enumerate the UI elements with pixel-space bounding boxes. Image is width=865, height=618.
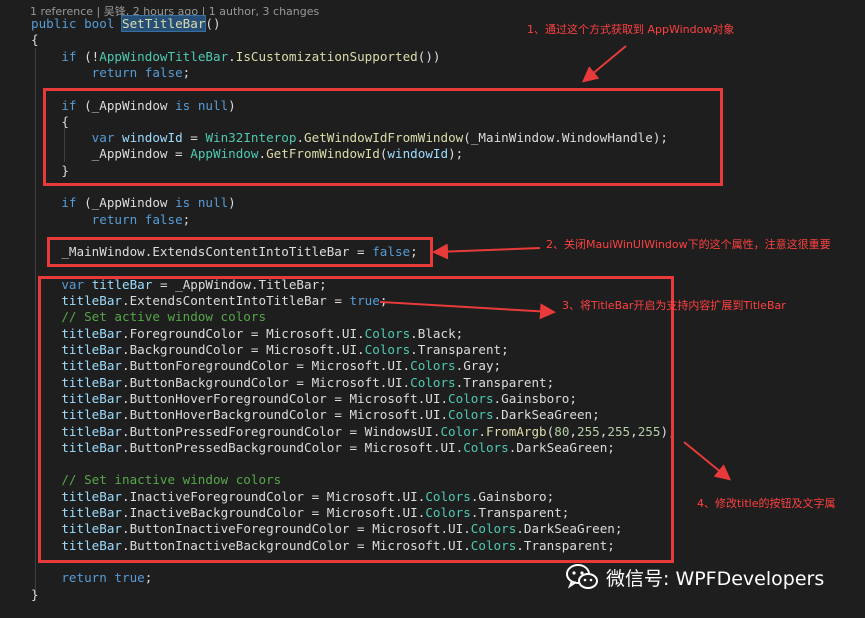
annotation-note-2: 2、关闭MauiWinUIWindow下的这个属性，注意这很重要 [546, 238, 831, 251]
arrow-4 [683, 441, 732, 481]
wechat-icon [566, 564, 598, 589]
arrow-3 [379, 301, 556, 320]
arrow-2 [432, 243, 541, 260]
arrow-1 [581, 45, 627, 83]
annotation-note-4: 4、修改title的按钮及文字属 [697, 497, 836, 510]
watermark-text: 微信号: WPFDevelopers [606, 567, 825, 590]
annotation-note-3: 3、将TitleBar开启为支持内容扩展到TitleBar [562, 299, 786, 312]
annotation-note-1: 1、通过这个方式获取到 AppWindow对象 [527, 23, 735, 36]
watermark: 微信号: WPFDevelopers [566, 563, 824, 591]
